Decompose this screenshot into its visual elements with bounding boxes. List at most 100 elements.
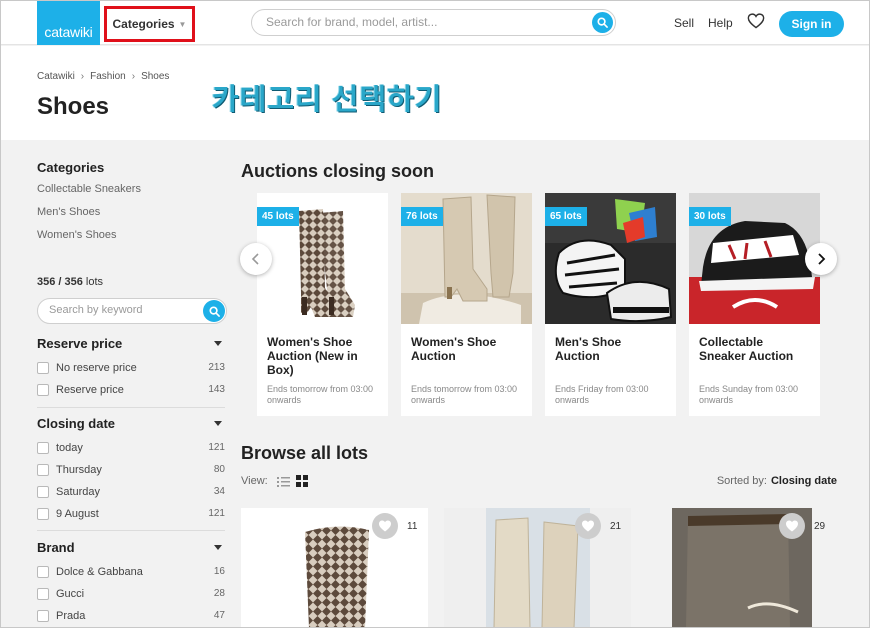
lots-count-number: 356 / 356 [37, 276, 83, 288]
catawiki-logo[interactable]: catawiki [37, 0, 100, 45]
favorite-button[interactable] [372, 513, 398, 539]
auction-card-subtitle: Ends Sunday from 03:00 onwards [699, 384, 799, 405]
checkbox[interactable] [37, 508, 49, 520]
help-link[interactable]: Help [708, 16, 733, 30]
search-button[interactable] [592, 12, 613, 33]
option-count: 28 [213, 588, 225, 599]
auction-card-image: 76 lots [401, 193, 532, 324]
option-count: 213 [208, 362, 225, 373]
option-count: 121 [208, 508, 225, 519]
option-count: 34 [213, 486, 225, 497]
lot-card[interactable]: 11 [241, 508, 428, 628]
auctions-closing-soon-heading: Auctions closing soon [241, 161, 435, 181]
option-count: 47 [213, 610, 225, 621]
filter-option-no-reserve-price[interactable]: No reserve price 213 [37, 361, 227, 377]
checkbox[interactable] [37, 464, 49, 476]
filter-option-thursday[interactable]: Thursday 80 [37, 463, 227, 479]
auction-card-subtitle: Ends tomorrow from 03:00 onwards [267, 384, 374, 405]
browse-all-lots-heading: Browse all lots [241, 443, 369, 463]
checkbox[interactable] [37, 610, 49, 622]
carousel-prev-button[interactable] [240, 243, 272, 275]
lot-image [444, 508, 631, 628]
option-count: 143 [208, 384, 225, 395]
option-label: Prada [56, 610, 86, 622]
filter-option-today[interactable]: today 121 [37, 441, 227, 457]
checkbox[interactable] [37, 362, 49, 374]
grid-view-icon[interactable] [295, 475, 308, 487]
favorite-count: 21 [610, 521, 622, 532]
search-input[interactable] [266, 15, 586, 29]
filter-option-prada[interactable]: Prada 47 [37, 609, 227, 625]
heart-icon [582, 520, 594, 532]
auction-card-image: 65 lots [545, 193, 676, 324]
auction-card-image: 45 lots [257, 193, 388, 324]
lot-card[interactable]: 29 [648, 508, 835, 628]
top-header: catawiki Categories ▼ Sell Help Sign in [0, 0, 870, 45]
lot-image [241, 508, 428, 628]
categories-button[interactable]: Categories ▼ [104, 6, 195, 42]
sign-in-button[interactable]: Sign in [779, 11, 844, 37]
filter-option-gucci[interactable]: Gucci 28 [37, 587, 227, 603]
caret-down-icon: ▼ [178, 19, 187, 29]
auction-card-title: Collectable Sneaker Auction [699, 335, 794, 363]
filter-option-reserve-price[interactable]: Reserve price 143 [37, 383, 227, 399]
breadcrumb-item-fashion[interactable]: Fashion [90, 71, 126, 82]
auction-card[interactable]: 45 lots Women's Shoe Auction (New in Box… [257, 193, 388, 416]
search-icon [597, 17, 608, 28]
checkbox[interactable] [37, 384, 49, 396]
lot-count-badge: 45 lots [257, 207, 299, 226]
breadcrumb-item-catawiki[interactable]: Catawiki [37, 71, 75, 82]
categories-heading: Categories [37, 160, 105, 175]
page-title: Shoes [37, 93, 110, 120]
categories-label: Categories [112, 17, 175, 31]
caret-down-icon [214, 545, 222, 550]
lot-card[interactable]: 21 [444, 508, 631, 628]
page-title-band: Catawiki › Fashion › Shoes Shoes 카테고리 선택… [0, 46, 870, 140]
auction-card[interactable]: 30 lots Collectable Sneaker Auction Ends… [689, 193, 820, 416]
keyword-search-button[interactable] [203, 300, 225, 322]
auction-card[interactable]: 65 lots Men's Shoe Auction Ends Friday f… [545, 193, 676, 416]
filter-reserve-price-header[interactable]: Reserve price [37, 336, 227, 351]
filter-option-saturday[interactable]: Saturday 34 [37, 485, 227, 501]
option-label: No reserve price [56, 362, 137, 374]
checkbox[interactable] [37, 442, 49, 454]
option-count: 80 [213, 464, 225, 475]
lots-count-suffix: lots [82, 276, 104, 288]
favorite-count: 11 [407, 521, 418, 532]
view-label: View: [241, 475, 268, 487]
filter-brand-header[interactable]: Brand [37, 540, 227, 555]
favorite-button[interactable] [575, 513, 601, 539]
category-link-collectable-sneakers[interactable]: Collectable Sneakers [37, 183, 141, 195]
chevron-left-icon [251, 253, 259, 265]
favorite-button[interactable] [779, 513, 805, 539]
sort-selector[interactable]: Sorted by: Closing date [717, 475, 837, 487]
sell-link[interactable]: Sell [674, 16, 694, 30]
keyword-search-input[interactable] [49, 304, 199, 316]
sort-value: Closing date [770, 475, 837, 487]
favorites-heart-icon[interactable] [747, 13, 765, 34]
heart-icon [786, 520, 798, 532]
filter-heading: Reserve price [37, 336, 123, 351]
auction-card-subtitle: Ends Friday from 03:00 onwards [555, 384, 649, 405]
option-label: Gucci [56, 588, 85, 600]
lot-count-badge: 65 lots [545, 207, 587, 226]
category-link-mens-shoes[interactable]: Men's Shoes [37, 206, 100, 218]
checkbox[interactable] [37, 486, 49, 498]
list-view-icon[interactable] [276, 476, 290, 487]
lot-count-badge: 76 lots [401, 207, 443, 226]
option-count: 16 [213, 566, 225, 577]
annotation-caption: 카테고리 선택하기 [212, 84, 443, 116]
option-count: 121 [208, 442, 225, 453]
filter-option-9-august[interactable]: 9 August 121 [37, 507, 227, 523]
checkbox[interactable] [37, 588, 49, 600]
carousel-next-button[interactable] [805, 243, 837, 275]
checkbox[interactable] [37, 566, 49, 578]
filter-closing-date-header[interactable]: Closing date [37, 416, 227, 431]
caret-down-icon [214, 341, 222, 346]
auction-card[interactable]: 76 lots Women's Shoe Auction Ends tomorr… [401, 193, 532, 416]
auction-card-image: 30 lots [689, 193, 820, 324]
filter-option-dolce-gabbana[interactable]: Dolce & Gabbana 16 [37, 565, 227, 581]
option-label: Saturday [56, 486, 101, 498]
category-link-womens-shoes[interactable]: Women's Shoes [37, 229, 117, 241]
heart-icon [379, 520, 391, 532]
